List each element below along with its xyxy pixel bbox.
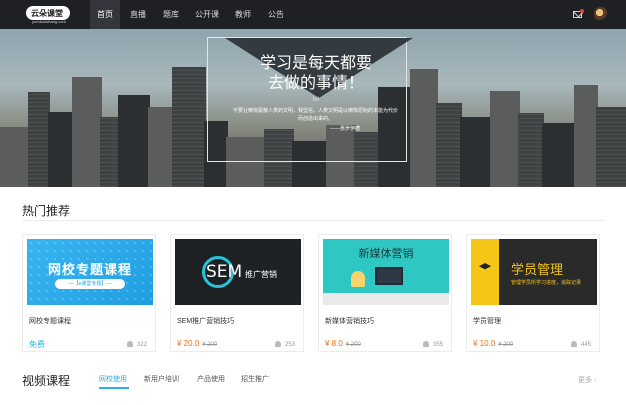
user-icon bbox=[422, 341, 429, 347]
course-card[interactable]: SEM 推广营销 SEM推广营销技巧 ¥ 20.0 ¥ 200 253 bbox=[170, 234, 304, 352]
nav-live[interactable]: 直播 bbox=[124, 0, 152, 29]
course-price-value: ¥ 10.0 bbox=[473, 339, 496, 348]
student-count-value: 253 bbox=[284, 342, 295, 348]
monitor-icon bbox=[375, 267, 403, 285]
course-title[interactable]: 新媒体营销技巧 bbox=[325, 316, 374, 326]
hero-banner[interactable]: 学习是每天都要 去做的事情！ lul 不要让懒惰蒙蔽人类的文明，我坚信，人类文明… bbox=[0, 29, 626, 187]
tab-school-use[interactable]: 网校使用 bbox=[99, 374, 127, 384]
course-thumbnail[interactable]: 新媒体营销 bbox=[323, 239, 449, 305]
course-price-value: ¥ 20.0 bbox=[177, 339, 200, 348]
user-icon bbox=[126, 341, 133, 347]
course-title[interactable]: SEM推广营销技巧 bbox=[177, 316, 234, 326]
student-count-value: 355 bbox=[432, 342, 443, 348]
skyline-building bbox=[518, 113, 544, 187]
thumbnail-subtitle: 推广营销 bbox=[245, 270, 277, 279]
thumbnail-title: 新媒体营销 bbox=[358, 248, 414, 260]
skyline-building bbox=[542, 123, 576, 187]
banner-quote: 不要让懒惰蒙蔽人类的文明，我坚信，人类文明是以懒惰原始的本能为代价而创造出来的。 bbox=[233, 108, 399, 122]
section-divider bbox=[22, 220, 604, 221]
course-thumbnail[interactable]: 学员管理 管理学员所学习进度，追踪记录 bbox=[471, 239, 597, 305]
nav-open-class[interactable]: 公开课 bbox=[190, 0, 224, 29]
skyline-building bbox=[436, 103, 462, 187]
thumbnail-accent bbox=[471, 239, 499, 305]
student-count: 445 bbox=[570, 341, 591, 348]
person-icon bbox=[351, 271, 365, 287]
nav-home[interactable]: 首页 bbox=[90, 0, 120, 29]
tab-enrollment-promotion[interactable]: 招生推广 bbox=[241, 374, 269, 384]
course-card[interactable]: 网校专题课程 —【e课堂专题】— 网校专题课程 免费 322 bbox=[22, 234, 156, 352]
user-icon bbox=[274, 341, 281, 347]
course-thumbnail[interactable]: 网校专题课程 —【e课堂专题】— bbox=[27, 239, 153, 305]
logo-text: 云朵课堂 bbox=[31, 9, 63, 18]
skyline-building bbox=[118, 95, 150, 187]
course-original-price: ¥ 200 bbox=[202, 342, 218, 348]
nav-teachers[interactable]: 教师 bbox=[229, 0, 257, 29]
thumbnail-title: 网校专题课程 bbox=[47, 262, 132, 277]
thumbnail-title: SEM bbox=[206, 262, 243, 282]
skyline-building bbox=[460, 117, 492, 187]
active-tab-indicator bbox=[99, 387, 129, 389]
student-count-value: 322 bbox=[136, 342, 147, 348]
notification-dot bbox=[580, 9, 584, 13]
course-title[interactable]: 学员管理 bbox=[473, 316, 501, 326]
student-count: 322 bbox=[126, 341, 147, 348]
student-count: 355 bbox=[422, 341, 443, 348]
course-title[interactable]: 网校专题课程 bbox=[29, 316, 71, 326]
thumbnail-subtitle: —【e课堂专题】— bbox=[55, 279, 125, 289]
banner-title-line2: 去做的事情！ bbox=[267, 73, 364, 92]
user-icon bbox=[570, 341, 577, 347]
skyline-building bbox=[48, 112, 74, 187]
skyline-building bbox=[596, 107, 626, 187]
thumbnail-subtitle: 管理学员所学习进度，追踪记录 bbox=[511, 280, 582, 286]
skyline-building bbox=[410, 69, 438, 187]
tab-new-user-training[interactable]: 新用户培训 bbox=[144, 374, 179, 384]
banner-mark: lul bbox=[312, 97, 319, 103]
hot-section-title: 热门推荐 bbox=[22, 204, 71, 218]
skyline-building bbox=[172, 67, 206, 187]
skyline-building bbox=[100, 117, 120, 187]
thumbnail-desk bbox=[323, 293, 449, 305]
nav-question-bank[interactable]: 题库 bbox=[157, 0, 185, 29]
skyline-building bbox=[72, 77, 102, 187]
course-original-price: ¥ 200 bbox=[345, 342, 361, 348]
course-price: ¥ 8.0 ¥ 200 bbox=[325, 339, 361, 348]
course-price: 免费 bbox=[29, 340, 45, 349]
skyline-building bbox=[0, 127, 30, 187]
skyline-building bbox=[574, 85, 598, 187]
thumbnail-title: 学员管理 bbox=[511, 262, 564, 277]
more-link[interactable]: 更多 › bbox=[578, 375, 596, 385]
student-count-value: 445 bbox=[580, 342, 591, 348]
tab-product-use[interactable]: 产品使用 bbox=[197, 374, 225, 384]
student-count: 253 bbox=[274, 341, 295, 348]
course-card[interactable]: 学员管理 管理学员所学习进度，追踪记录 学员管理 ¥ 10.0 ¥ 200 445 bbox=[466, 234, 600, 352]
skyline-building bbox=[490, 91, 520, 187]
nav-announcements[interactable]: 公告 bbox=[262, 0, 290, 29]
top-navbar: 云朵课堂 yunduoketang.com 首页 直播 题库 公开课 教师 公告 bbox=[0, 0, 626, 29]
skyline-building bbox=[28, 92, 50, 187]
video-section-title: 视频课程 bbox=[22, 374, 71, 388]
logo[interactable]: 云朵课堂 yunduoketang.com bbox=[26, 6, 70, 24]
skyline-building bbox=[148, 107, 174, 187]
banner-quote-author: ——惠罗伊德 bbox=[330, 126, 361, 132]
course-thumbnail[interactable]: SEM 推广营销 bbox=[175, 239, 301, 305]
course-original-price: ¥ 200 bbox=[498, 342, 514, 348]
course-price-value: ¥ 8.0 bbox=[325, 339, 343, 348]
course-card[interactable]: 新媒体营销 新媒体营销技巧 ¥ 8.0 ¥ 200 355 bbox=[318, 234, 452, 352]
course-price: ¥ 20.0 ¥ 200 bbox=[177, 339, 217, 348]
logo-subtext: yunduoketang.com bbox=[32, 19, 66, 24]
avatar[interactable] bbox=[594, 7, 608, 21]
course-price: ¥ 10.0 ¥ 200 bbox=[473, 339, 513, 348]
